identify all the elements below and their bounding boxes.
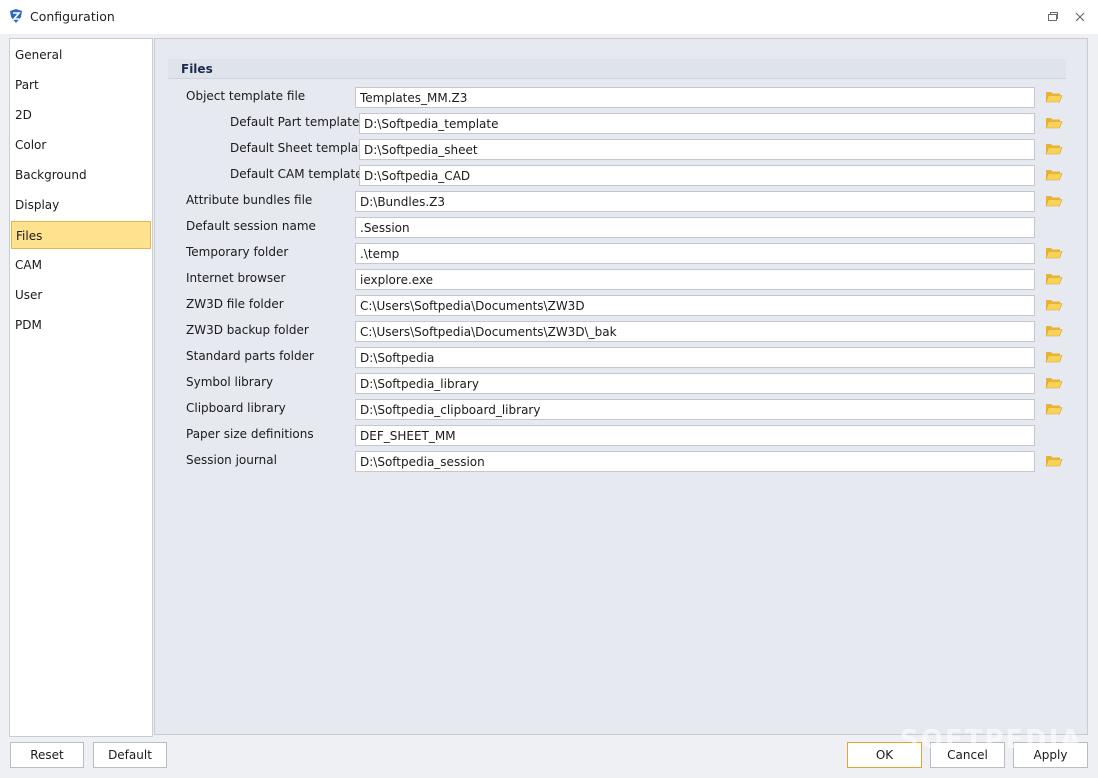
setting-value-field[interactable] bbox=[355, 217, 1035, 238]
sidebar-item-cam[interactable]: CAM bbox=[11, 251, 151, 279]
ok-button[interactable]: OK bbox=[847, 742, 922, 768]
setting-label: Temporary folder bbox=[186, 245, 289, 259]
zw3d-app-icon bbox=[10, 9, 22, 23]
setting-label: Internet browser bbox=[186, 271, 286, 285]
setting-value-field[interactable] bbox=[355, 373, 1035, 394]
setting-label: Object template file bbox=[186, 89, 306, 103]
setting-value-field[interactable] bbox=[355, 451, 1035, 472]
setting-value-field[interactable] bbox=[359, 165, 1035, 186]
sidebar-item-part[interactable]: Part bbox=[11, 71, 151, 99]
folder-open-icon[interactable] bbox=[1045, 349, 1063, 365]
setting-value-field[interactable] bbox=[355, 295, 1035, 316]
section-title: Files bbox=[168, 59, 1066, 79]
folder-open-icon[interactable] bbox=[1045, 115, 1063, 131]
setting-label: Symbol library bbox=[186, 375, 274, 389]
cancel-button[interactable]: Cancel bbox=[930, 742, 1005, 768]
setting-value-field[interactable] bbox=[355, 399, 1035, 420]
setting-label: Default Sheet template bbox=[230, 141, 371, 155]
apply-button[interactable]: Apply bbox=[1013, 742, 1088, 768]
default-button[interactable]: Default bbox=[93, 742, 167, 768]
folder-open-icon[interactable] bbox=[1045, 401, 1063, 417]
folder-open-icon[interactable] bbox=[1045, 323, 1063, 339]
setting-value-field[interactable] bbox=[359, 139, 1035, 160]
title-bar: Configuration bbox=[0, 0, 1098, 34]
files-settings-panel: Files Object template file Default Part t… bbox=[154, 38, 1088, 735]
setting-value-field[interactable] bbox=[355, 87, 1035, 108]
sidebar-item-2d[interactable]: 2D bbox=[11, 101, 151, 129]
folder-open-icon[interactable] bbox=[1045, 375, 1063, 391]
setting-label: Paper size definitions bbox=[186, 427, 314, 441]
sidebar-item-background[interactable]: Background bbox=[11, 161, 151, 189]
sidebar-item-general[interactable]: General bbox=[11, 41, 151, 69]
sidebar-item-files[interactable]: Files bbox=[11, 221, 151, 249]
setting-label: Clipboard library bbox=[186, 401, 286, 415]
setting-label: Default CAM template bbox=[230, 167, 363, 181]
setting-label: Session journal bbox=[186, 453, 277, 467]
folder-open-icon[interactable] bbox=[1045, 193, 1063, 209]
close-icon bbox=[1075, 12, 1085, 22]
setting-value-field[interactable] bbox=[355, 243, 1035, 264]
restore-icon bbox=[1048, 12, 1058, 21]
window-title: Configuration bbox=[30, 9, 115, 24]
sidebar-item-user[interactable]: User bbox=[11, 281, 151, 309]
close-button[interactable] bbox=[1071, 8, 1089, 26]
setting-value-field[interactable] bbox=[355, 347, 1035, 368]
setting-value-field[interactable] bbox=[359, 113, 1035, 134]
sidebar-item-pdm[interactable]: PDM bbox=[11, 311, 151, 339]
folder-open-icon[interactable] bbox=[1045, 89, 1063, 105]
setting-label: ZW3D backup folder bbox=[186, 323, 309, 337]
folder-open-icon[interactable] bbox=[1045, 453, 1063, 469]
setting-value-field[interactable] bbox=[355, 321, 1035, 342]
folder-open-icon[interactable] bbox=[1045, 271, 1063, 287]
setting-label: Standard parts folder bbox=[186, 349, 314, 363]
setting-label: Default Part template bbox=[230, 115, 360, 129]
folder-open-icon[interactable] bbox=[1045, 167, 1063, 183]
setting-label: Default session name bbox=[186, 219, 316, 233]
setting-value-field[interactable] bbox=[355, 191, 1035, 212]
setting-value-field[interactable] bbox=[355, 269, 1035, 290]
setting-label: Attribute bundles file bbox=[186, 193, 313, 207]
folder-open-icon[interactable] bbox=[1045, 141, 1063, 157]
setting-label: ZW3D file folder bbox=[186, 297, 284, 311]
reset-button[interactable]: Reset bbox=[10, 742, 84, 768]
folder-open-icon[interactable] bbox=[1045, 297, 1063, 313]
category-list: General Part 2D Color Background Display Files… bbox=[9, 38, 153, 737]
folder-open-icon[interactable] bbox=[1045, 245, 1063, 261]
sidebar-item-color[interactable]: Color bbox=[11, 131, 151, 159]
sidebar-item-display[interactable]: Display bbox=[11, 191, 151, 219]
setting-value-field[interactable] bbox=[355, 425, 1035, 446]
restore-button[interactable] bbox=[1044, 8, 1062, 26]
